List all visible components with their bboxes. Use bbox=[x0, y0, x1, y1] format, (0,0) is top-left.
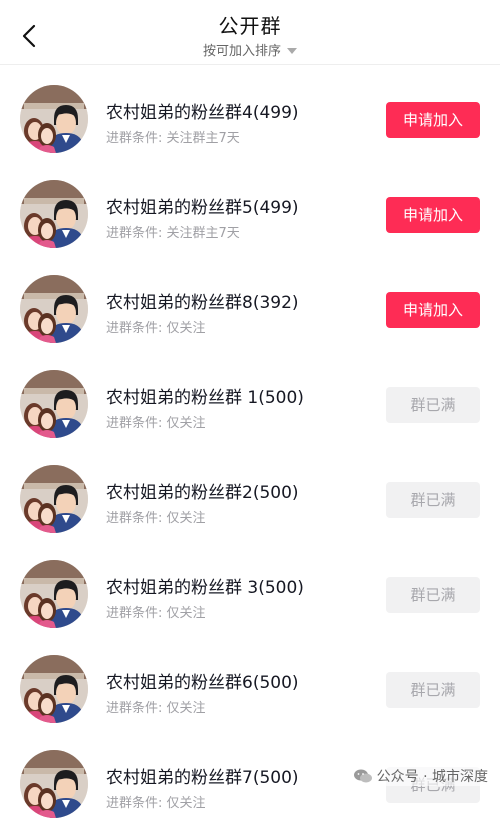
group-condition: 进群条件: 仅关注 bbox=[106, 606, 206, 621]
group-name: 农村姐弟的粉丝群5(499) bbox=[106, 198, 299, 218]
group-full-button: 群已满 bbox=[386, 672, 480, 708]
group-row[interactable]: 农村姐弟的粉丝群5(499) 进群条件: 关注群主7天 申请加入 bbox=[0, 160, 500, 255]
page-title: 公开群 bbox=[218, 14, 282, 38]
group-condition: 进群条件: 关注群主7天 bbox=[106, 131, 240, 146]
group-name: 农村姐弟的粉丝群 1(500) bbox=[106, 388, 304, 408]
group-avatar bbox=[20, 465, 88, 533]
apply-join-button[interactable]: 申请加入 bbox=[386, 102, 480, 138]
group-name: 农村姐弟的粉丝群 3(500) bbox=[106, 578, 304, 598]
group-condition: 进群条件: 仅关注 bbox=[106, 416, 206, 431]
group-row[interactable]: 农村姐弟的粉丝群 1(500) 进群条件: 仅关注 群已满 bbox=[0, 350, 500, 445]
group-avatar bbox=[20, 180, 88, 248]
group-name: 农村姐弟的粉丝群4(499) bbox=[106, 103, 299, 123]
group-full-button: 群已满 bbox=[386, 577, 480, 613]
group-condition: 进群条件: 仅关注 bbox=[106, 701, 206, 716]
group-full-button: 群已满 bbox=[386, 482, 480, 518]
group-full-button: 群已满 bbox=[386, 387, 480, 423]
watermark-text: 公众号 · 城市深度 bbox=[376, 769, 488, 785]
group-avatar bbox=[20, 370, 88, 438]
wechat-icon bbox=[353, 768, 373, 784]
top-bar: 公开群 按可加入排序 bbox=[0, 0, 500, 65]
group-row[interactable]: 农村姐弟的粉丝群 3(500) 进群条件: 仅关注 群已满 bbox=[0, 540, 500, 635]
group-list: 农村姐弟的粉丝群4(499) 进群条件: 关注群主7天 申请加入 农村姐弟的粉丝… bbox=[0, 65, 500, 825]
group-row[interactable]: 农村姐弟的粉丝群6(500) 进群条件: 仅关注 群已满 bbox=[0, 635, 500, 730]
sort-label: 按可加入排序 bbox=[202, 44, 281, 59]
group-avatar bbox=[20, 85, 88, 153]
caret-down-icon bbox=[287, 47, 297, 54]
watermark: 公众号 · 城市深度 bbox=[352, 766, 488, 786]
apply-join-button[interactable]: 申请加入 bbox=[386, 292, 480, 328]
group-row[interactable]: 农村姐弟的粉丝群8(392) 进群条件: 仅关注 申请加入 bbox=[0, 255, 500, 350]
group-name: 农村姐弟的粉丝群7(500) bbox=[106, 768, 299, 788]
group-condition: 进群条件: 仅关注 bbox=[106, 796, 206, 811]
group-name: 农村姐弟的粉丝群8(392) bbox=[106, 293, 299, 313]
group-condition: 进群条件: 关注群主7天 bbox=[106, 226, 240, 241]
group-condition: 进群条件: 仅关注 bbox=[106, 511, 206, 526]
group-name: 农村姐弟的粉丝群2(500) bbox=[106, 483, 299, 503]
apply-join-button[interactable]: 申请加入 bbox=[386, 197, 480, 233]
group-avatar bbox=[20, 275, 88, 343]
group-avatar bbox=[20, 750, 88, 818]
sort-dropdown[interactable]: 按可加入排序 bbox=[0, 40, 500, 59]
group-avatar bbox=[20, 560, 88, 628]
group-avatar bbox=[20, 655, 88, 723]
group-name: 农村姐弟的粉丝群6(500) bbox=[106, 673, 299, 693]
group-row[interactable]: 农村姐弟的粉丝群4(499) 进群条件: 关注群主7天 申请加入 bbox=[0, 65, 500, 160]
group-condition: 进群条件: 仅关注 bbox=[106, 321, 206, 336]
group-row[interactable]: 农村姐弟的粉丝群2(500) 进群条件: 仅关注 群已满 bbox=[0, 445, 500, 540]
